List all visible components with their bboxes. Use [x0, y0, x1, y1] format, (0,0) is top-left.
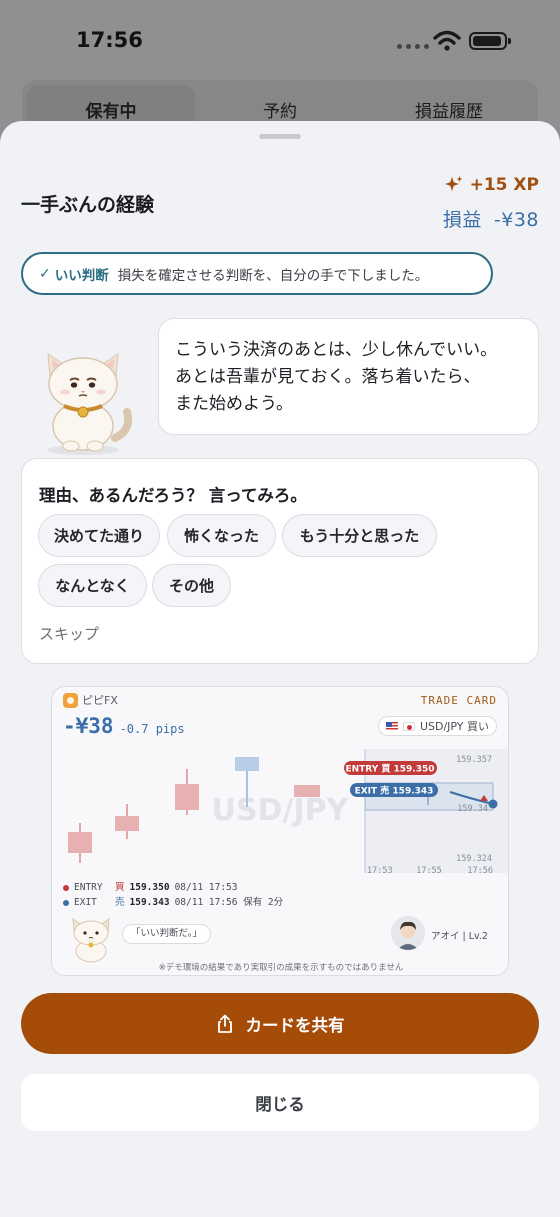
exit-marker: [488, 799, 498, 809]
battery-icon: [469, 32, 507, 50]
check-icon: ✓: [39, 265, 51, 282]
cat-message-line: あとは吾輩が見ておく。落ち着いたら、: [175, 367, 481, 387]
reason-panel: 理由、あるんだろう？ 言ってみろ。 決めてた通り 怖くなった もう十分と思った …: [21, 458, 539, 664]
sparkle-icon: [444, 176, 463, 191]
cat-speech-bubble: こういう決済のあとは、少し休んでいい。 あとは吾輩が見ておく。落ち着いたら、 ま…: [158, 318, 539, 435]
brand-name: ピピFX: [82, 694, 118, 707]
reason-option-enough[interactable]: もう十分と思った: [282, 514, 437, 557]
xp-value: +15 XP: [469, 175, 539, 195]
xp-badge: +15 XP: [444, 175, 539, 195]
candle: [294, 785, 320, 797]
disclaimer: ※デモ環境の結果であり実取引の成果を示すものではありません: [158, 963, 404, 973]
judgement-tag: いい判断: [54, 267, 109, 284]
chart-watermark: USD/JPY: [212, 793, 350, 828]
legend-price: 159.343: [129, 897, 170, 908]
price-tick-mid: 159.34: [457, 804, 488, 814]
entry-tag: ENTRY 買 159.350: [345, 764, 434, 775]
legend-row-exit: EXIT 売 159.343 08/11 17:56 保有 2分: [63, 895, 283, 910]
result-sheet: 一手ぶんの経験 +15 XP 損益 -¥38 ✓ いい判断 損失を確定させる判断を…: [0, 121, 560, 1217]
battery-cap: [508, 38, 511, 44]
pair-badge: USD/JPY 買い: [377, 716, 497, 736]
exit-tag: EXIT 売 159.343: [355, 785, 434, 797]
cat-message-line: また始めよう。: [175, 394, 293, 414]
share-label: カードを共有: [245, 1015, 345, 1035]
legend-label: ENTRY: [74, 882, 103, 893]
pnl-value: -¥38: [493, 209, 539, 231]
wifi-icon: [433, 30, 461, 51]
candle: [68, 832, 92, 853]
sheet-title: 一手ぶんの経験: [21, 194, 155, 216]
pnl-summary: 損益 -¥38: [443, 205, 539, 232]
cat-message-line: こういう決済のあとは、少し休んでいい。: [175, 340, 498, 360]
user-label: アオイ | Lv.2: [431, 931, 488, 942]
judgement-badge: ✓ いい判断 損失を確定させる判断を、自分の手で下しました。: [21, 252, 493, 295]
legend-price: 159.350: [129, 882, 170, 893]
legend-meta: 08/11 17:53: [174, 882, 238, 893]
legend-meta: 08/11 17:56 保有 2分: [174, 897, 284, 908]
status-bar: 17:56: [0, 0, 560, 80]
candle: [235, 757, 259, 771]
card-brand: ピピFX: [63, 692, 118, 708]
reason-option-as-planned[interactable]: 決めてた通り: [38, 514, 160, 557]
legend-label: EXIT: [74, 897, 97, 908]
price-tick-bottom: 159.324: [456, 854, 492, 864]
cat-mascot-icon: [47, 353, 133, 455]
sheet-grabber[interactable]: [259, 134, 301, 139]
jp-flag-icon: [402, 721, 415, 731]
legend-side: 売: [115, 897, 125, 908]
cat-mascot-icon: [72, 918, 110, 963]
time-tick: 17:55: [416, 866, 442, 876]
cat-quote: 「いい判断だ。」: [122, 924, 211, 944]
user-avatar: [391, 916, 425, 950]
entry-dot-icon: [63, 884, 69, 891]
pair-label: USD/JPY 買い: [419, 720, 489, 733]
candle: [115, 816, 139, 831]
signal-dots-icon: [397, 44, 429, 49]
reason-option-no-reason[interactable]: なんとなく: [38, 564, 147, 607]
skip-link[interactable]: スキップ: [39, 623, 99, 644]
judgement-message: 損失を確定させる判断を、自分の手で下しました。: [117, 267, 429, 284]
share-card-button[interactable]: カードを共有: [21, 993, 539, 1054]
app-logo-icon: [63, 692, 78, 708]
card-pnl-value: -¥38: [63, 714, 114, 738]
us-flag-icon: [385, 721, 398, 731]
legend-side: 買: [115, 882, 125, 893]
candle: [175, 784, 199, 810]
card-label: TRADE CARD: [420, 694, 497, 707]
clock: 17:56: [76, 28, 143, 52]
card-pnl: -¥38 -0.7 pips: [63, 714, 185, 738]
reason-option-other[interactable]: その他: [152, 564, 231, 607]
pnl-label: 損益: [442, 209, 482, 231]
trade-legend: ENTRY 買 159.350 08/11 17:53 EXIT 売 159.3…: [63, 880, 283, 910]
legend-row-entry: ENTRY 買 159.350 08/11 17:53: [63, 880, 283, 895]
close-button[interactable]: 閉じる: [21, 1074, 539, 1131]
time-tick: 17:56: [467, 866, 493, 876]
card-pips: -0.7 pips: [119, 722, 185, 736]
share-icon: [217, 1014, 232, 1033]
time-tick: 17:53: [367, 866, 393, 876]
price-tick-top: 159.357: [456, 755, 492, 765]
reason-option-scared[interactable]: 怖くなった: [167, 514, 276, 557]
trade-card: USD/JPY ENTRY 買 159.350 EXIT 売 159.343 1…: [51, 686, 509, 976]
reason-question: 理由、あるんだろう？ 言ってみろ。: [39, 486, 307, 505]
exit-dot-icon: [63, 899, 69, 906]
